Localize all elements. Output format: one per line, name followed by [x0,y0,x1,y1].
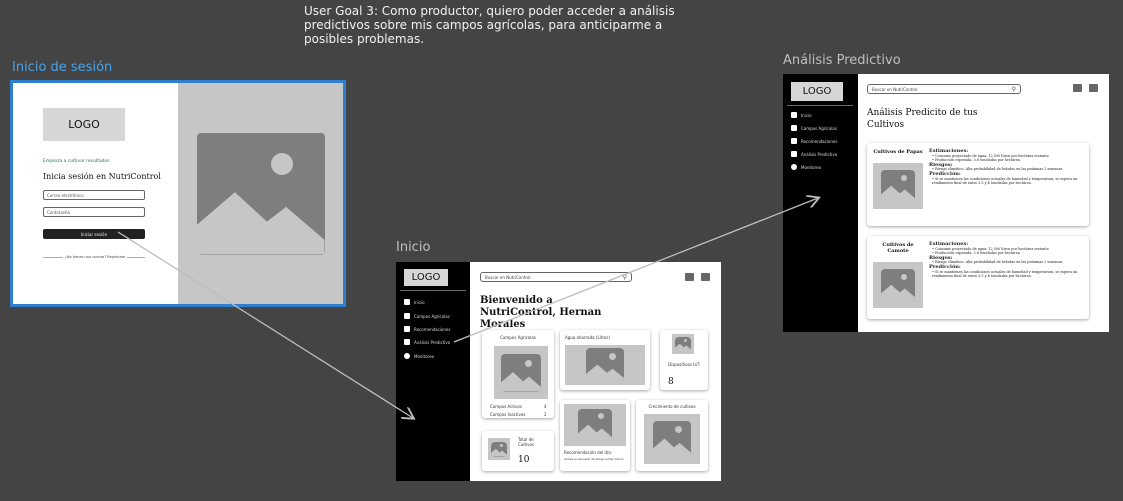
flow-arrows [117,0,1123,501]
arrow-home-to-predictive [453,198,818,343]
arrow-login-to-home [117,231,413,418]
